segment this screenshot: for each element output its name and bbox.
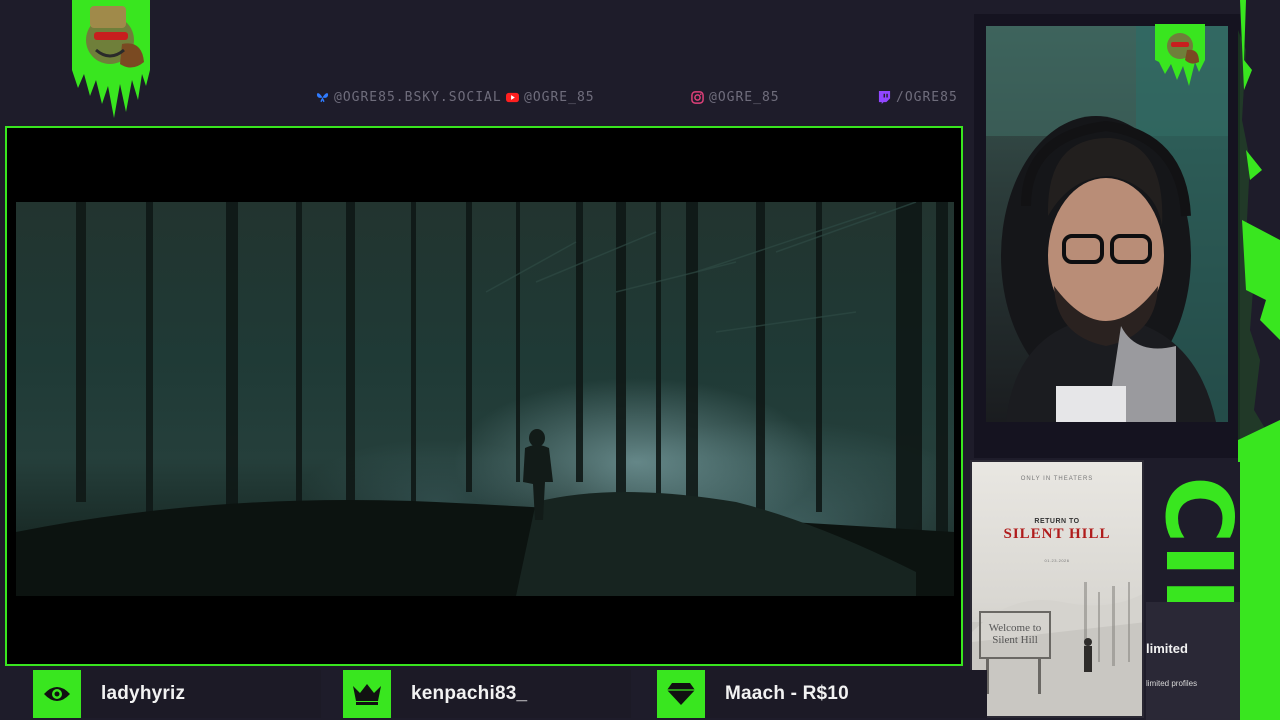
social-handle: @OGRE85.BSKY.SOCIAL bbox=[334, 90, 502, 105]
ogre-mascot-icon bbox=[1155, 24, 1205, 86]
poster-small-title: RETURN TO bbox=[1034, 518, 1080, 525]
sponsor-name: limited bbox=[1146, 641, 1188, 656]
movie-poster: ONLY IN THEATERS RETURN TO SILENT HILL 0… bbox=[970, 460, 1144, 718]
social-twitch[interactable]: /OGRE85 bbox=[878, 90, 958, 105]
ogre-mascot-icon bbox=[72, 0, 150, 118]
sponsor-card bbox=[1146, 602, 1240, 720]
social-bluesky[interactable]: @OGRE85.BSKY.SOCIAL bbox=[316, 90, 502, 105]
event-label: kenpachi83_ bbox=[391, 670, 631, 718]
social-instagram[interactable]: @OGRE_85 bbox=[691, 90, 780, 105]
latest-follower: ladyhyriz bbox=[33, 670, 321, 718]
diamond-icon bbox=[667, 683, 695, 705]
poster-date: 01.23.2026 bbox=[1044, 558, 1070, 563]
poster-title: SILENT HILL bbox=[1003, 526, 1111, 542]
poster-sign-line: Welcome to bbox=[988, 622, 1042, 634]
main-video-frame[interactable] bbox=[5, 126, 963, 666]
social-handle: @OGRE_85 bbox=[709, 90, 780, 105]
poster-sign-line: Silent Hill bbox=[992, 634, 1038, 647]
social-handle: /OGRE85 bbox=[896, 90, 958, 105]
bluesky-icon bbox=[316, 93, 329, 103]
latest-donation: Maach - R$10 bbox=[657, 670, 987, 718]
crown-icon bbox=[353, 684, 381, 705]
poster-fog-scene bbox=[972, 582, 1142, 716]
latest-subscriber: kenpachi83_ bbox=[343, 670, 631, 718]
event-label: Maach - R$10 bbox=[705, 670, 987, 718]
youtube-icon bbox=[506, 92, 519, 103]
channel-logo bbox=[72, 0, 150, 118]
poster-kicker: ONLY IN THEATERS bbox=[1020, 476, 1094, 482]
eye-icon bbox=[44, 687, 70, 701]
forest-video-scene bbox=[16, 202, 954, 596]
event-icon-box bbox=[33, 670, 81, 718]
event-icon-box bbox=[657, 670, 705, 718]
twitch-icon bbox=[878, 91, 891, 104]
cam-mascot-badge bbox=[1155, 24, 1205, 86]
event-icon-box bbox=[343, 670, 391, 718]
social-handle: @OGRE_85 bbox=[524, 90, 595, 105]
social-youtube[interactable]: @OGRE_85 bbox=[506, 90, 595, 105]
forest-scene-image bbox=[16, 202, 954, 596]
poster-sign-text: Welcome to Silent Hill bbox=[980, 622, 1050, 646]
sponsor-subtitle: limited profiles bbox=[1146, 679, 1198, 688]
event-label: ladyhyriz bbox=[81, 670, 321, 718]
social-links-bar: @OGRE85.BSKY.SOCIAL @OGRE_85 @OGRE_85 /O… bbox=[316, 90, 960, 108]
instagram-icon bbox=[691, 91, 704, 104]
